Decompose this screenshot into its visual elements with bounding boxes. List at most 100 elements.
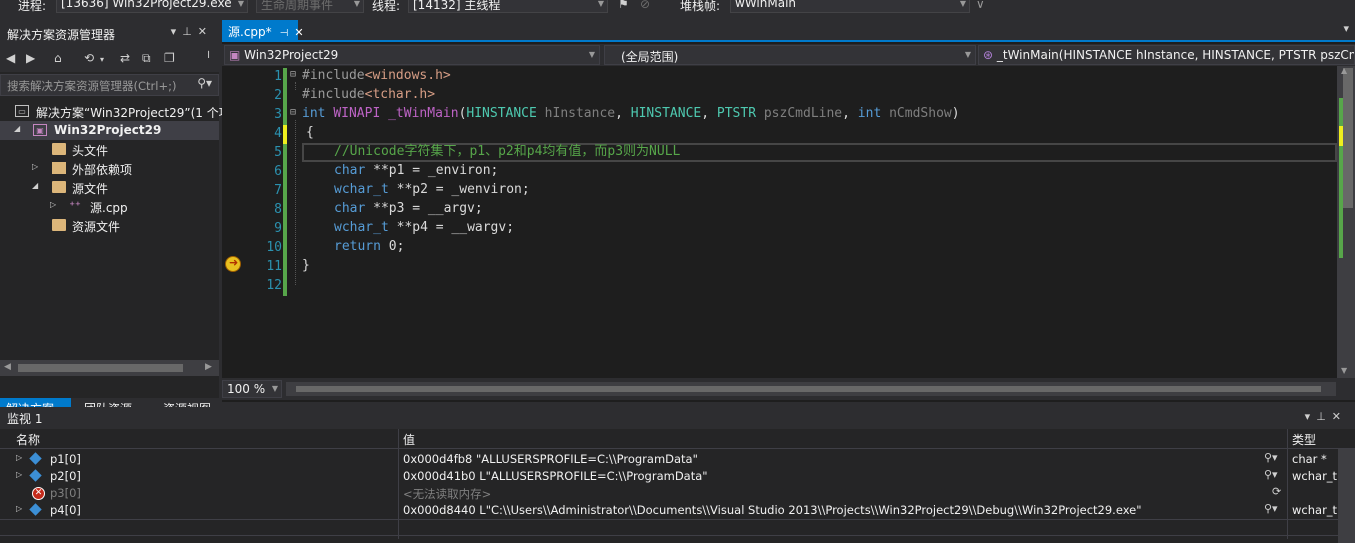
process-value: [13636] Win32Project29.exe: [61, 0, 232, 10]
watch-vertical-scrollbar[interactable]: [1338, 449, 1355, 543]
chevron-down-icon: ▼: [597, 0, 604, 8]
chevron-down-icon: ▼: [353, 0, 360, 8]
filter-icon[interactable]: ⊘: [640, 0, 650, 11]
toolbar-overflow-icon[interactable]: ⊽: [976, 0, 985, 11]
tree-source-folder[interactable]: ◢ 源文件: [0, 178, 219, 197]
scope-dropdown[interactable]: (全局范围) ▼: [604, 45, 976, 65]
expand-triangle-icon[interactable]: ▷: [16, 470, 22, 479]
files-icon[interactable]: ❐: [164, 51, 175, 65]
chevron-down-icon[interactable]: ▾: [100, 55, 104, 64]
close-icon[interactable]: ✕: [198, 25, 213, 38]
scroll-right-icon[interactable]: ▶: [205, 362, 212, 372]
code-line-2: #include<tchar.h>: [302, 87, 436, 102]
watch-name[interactable]: p3[0]: [50, 486, 81, 500]
tree-solution-node[interactable]: ▭ 解决方案“Win32Project29”(1 个项: [0, 102, 231, 121]
column-header-type[interactable]: 类型: [1292, 431, 1316, 448]
solution-search-box[interactable]: 搜索解决方案资源管理器(Ctrl+;) ⚲▾: [0, 74, 219, 96]
process-combo[interactable]: [13636] Win32Project29.exe ▼: [56, 0, 248, 13]
watch-name[interactable]: p4[0]: [50, 503, 81, 517]
watch-value[interactable]: 0x000d4fb8 "ALLUSERSPROFILE=C:\\ProgramD…: [403, 452, 698, 466]
scroll-thumb[interactable]: [1343, 68, 1353, 208]
pin-icon[interactable]: ⊥: [182, 25, 198, 38]
tree-item-label: 资源文件: [72, 220, 121, 234]
function-dropdown[interactable]: ⊛ _tWinMain(HINSTANCE hInstance, HINSTAN…: [978, 45, 1355, 65]
forward-icon[interactable]: ▶: [26, 51, 35, 65]
expanded-triangle-icon[interactable]: ◢: [32, 181, 38, 190]
chevron-down-icon[interactable]: ▾: [171, 25, 183, 38]
close-icon[interactable]: ✕: [294, 26, 303, 39]
stackframe-combo[interactable]: wWinMain ▼: [730, 0, 970, 13]
watch-row[interactable]: ▷ p4[0] 0x000d8440 L"C:\\Users\\Administ…: [0, 502, 1355, 519]
line-number: 12: [266, 278, 282, 293]
tab-overflow-icon[interactable]: ▾: [1343, 22, 1349, 35]
scroll-up-icon[interactable]: ▲: [1341, 66, 1347, 75]
editor-vertical-scrollbar[interactable]: ▲ ▼: [1337, 66, 1355, 378]
debug-toolbar: 进程: [13636] Win32Project29.exe ▼ 生命周期事件 ▼ …: [0, 0, 1355, 18]
expand-triangle-icon[interactable]: ▷: [16, 504, 22, 513]
chevron-down-icon: ▼: [588, 50, 595, 59]
watch-row[interactable]: ✕ p3[0] <无法读取内存> ⟳: [0, 485, 1355, 502]
scroll-thumb[interactable]: [296, 386, 1321, 392]
tree-resources-folder[interactable]: 资源文件: [0, 216, 219, 235]
tree-headers-folder[interactable]: 头文件: [0, 140, 219, 159]
chevron-down-icon[interactable]: ▾: [1305, 410, 1317, 423]
tab-source-cpp[interactable]: 源.cpp* ⊣ ✕: [222, 20, 304, 42]
code-line-10: return 0;: [334, 239, 405, 254]
expanded-triangle-icon[interactable]: ◢: [14, 124, 20, 133]
scroll-down-icon[interactable]: ▼: [1341, 366, 1347, 375]
solution-horizontal-scrollbar[interactable]: ◀ ▶: [0, 360, 219, 376]
collapsed-triangle-icon[interactable]: ▷: [50, 200, 56, 209]
watch-name[interactable]: p1[0]: [50, 452, 81, 466]
scroll-left-icon[interactable]: ◀: [4, 362, 11, 372]
line-number: 7: [274, 183, 282, 198]
watch-value[interactable]: 0x000d41b0 L"ALLUSERSPROFILE=C:\\Program…: [403, 469, 708, 483]
code-editor-pane: 源.cpp* ⊣ ✕ ▾ ▣ Win32Project29 ▼ (全局范围) ▼ ⊛ _…: [222, 20, 1355, 402]
flag-icon[interactable]: ⚑: [618, 0, 629, 11]
folder-open-icon: [52, 181, 66, 193]
refresh-icon[interactable]: ⟳: [1272, 485, 1281, 498]
line-number: 5: [274, 145, 282, 160]
watch-row[interactable]: ▷ p1[0] 0x000d4fb8 "ALLUSERSPROFILE=C:\\…: [0, 451, 1355, 468]
sync-icon[interactable]: ⇄: [120, 51, 130, 65]
properties-icon[interactable]: ╵: [205, 51, 212, 65]
tree-project-node[interactable]: ◢ ▣ Win32Project29: [0, 121, 219, 140]
lifecycle-label: 生命周期事件: [261, 0, 334, 12]
watch-value[interactable]: 0x000d8440 L"C:\\Users\\Administrator\\D…: [403, 503, 1263, 517]
watch-value[interactable]: <无法读取内存>: [403, 486, 491, 502]
collapse-icon[interactable]: ⊟: [290, 107, 296, 118]
watch-name[interactable]: p2[0]: [50, 469, 81, 483]
pin-icon[interactable]: ⊥: [1316, 410, 1332, 423]
chevron-down-icon: ▼: [964, 50, 971, 59]
zoom-value: 100 %: [227, 382, 266, 396]
expand-triangle-icon[interactable]: ▷: [16, 453, 22, 462]
collapse-icon[interactable]: ⧉: [142, 51, 151, 66]
back-icon[interactable]: ◀: [6, 51, 15, 65]
home-icon[interactable]: ⌂: [54, 51, 62, 65]
history-icon[interactable]: ⟲: [84, 51, 94, 65]
watch-row[interactable]: ▷ p2[0] 0x000d41b0 L"ALLUSERSPROFILE=C:\…: [0, 468, 1355, 485]
thread-combo[interactable]: [14132] 主线程 ▼: [408, 0, 608, 13]
close-icon[interactable]: ✕: [1332, 410, 1347, 423]
scroll-thumb[interactable]: [18, 364, 183, 372]
magnifier-icon[interactable]: ⚲▾: [1264, 451, 1278, 464]
project-dropdown[interactable]: ▣ Win32Project29 ▼: [224, 45, 600, 65]
tree-source-file[interactable]: ▷ ⁺⁺ 源.cpp: [0, 197, 219, 216]
collapsed-triangle-icon[interactable]: ▷: [32, 162, 38, 171]
magnifier-icon[interactable]: ⚲▾: [1264, 502, 1278, 515]
code-line-4: {: [306, 125, 314, 140]
code-text-area[interactable]: ⊟ ⊟ #include<windows.h> #include<tchar.h…: [288, 66, 1338, 378]
search-icon[interactable]: ⚲▾: [197, 76, 212, 90]
code-line-6: char **p1 = _environ;: [334, 163, 499, 178]
solution-search-input[interactable]: 搜索解决方案资源管理器(Ctrl+;): [7, 78, 176, 94]
editor-horizontal-scrollbar[interactable]: [286, 382, 1336, 396]
column-header-name[interactable]: 名称: [16, 431, 40, 448]
zoom-dropdown[interactable]: 100 % ▼: [222, 380, 282, 398]
collapse-icon[interactable]: ⊟: [290, 69, 296, 80]
pin-icon[interactable]: ⊣: [280, 28, 289, 39]
tree-dependencies-folder[interactable]: ▷ 外部依赖项: [0, 159, 219, 178]
watch-empty-row[interactable]: [0, 519, 1355, 536]
magnifier-icon[interactable]: ⚲▾: [1264, 468, 1278, 481]
column-header-value[interactable]: 值: [403, 431, 415, 448]
tree-item-label: 头文件: [72, 144, 109, 158]
lifecycle-combo[interactable]: 生命周期事件 ▼: [256, 0, 364, 13]
